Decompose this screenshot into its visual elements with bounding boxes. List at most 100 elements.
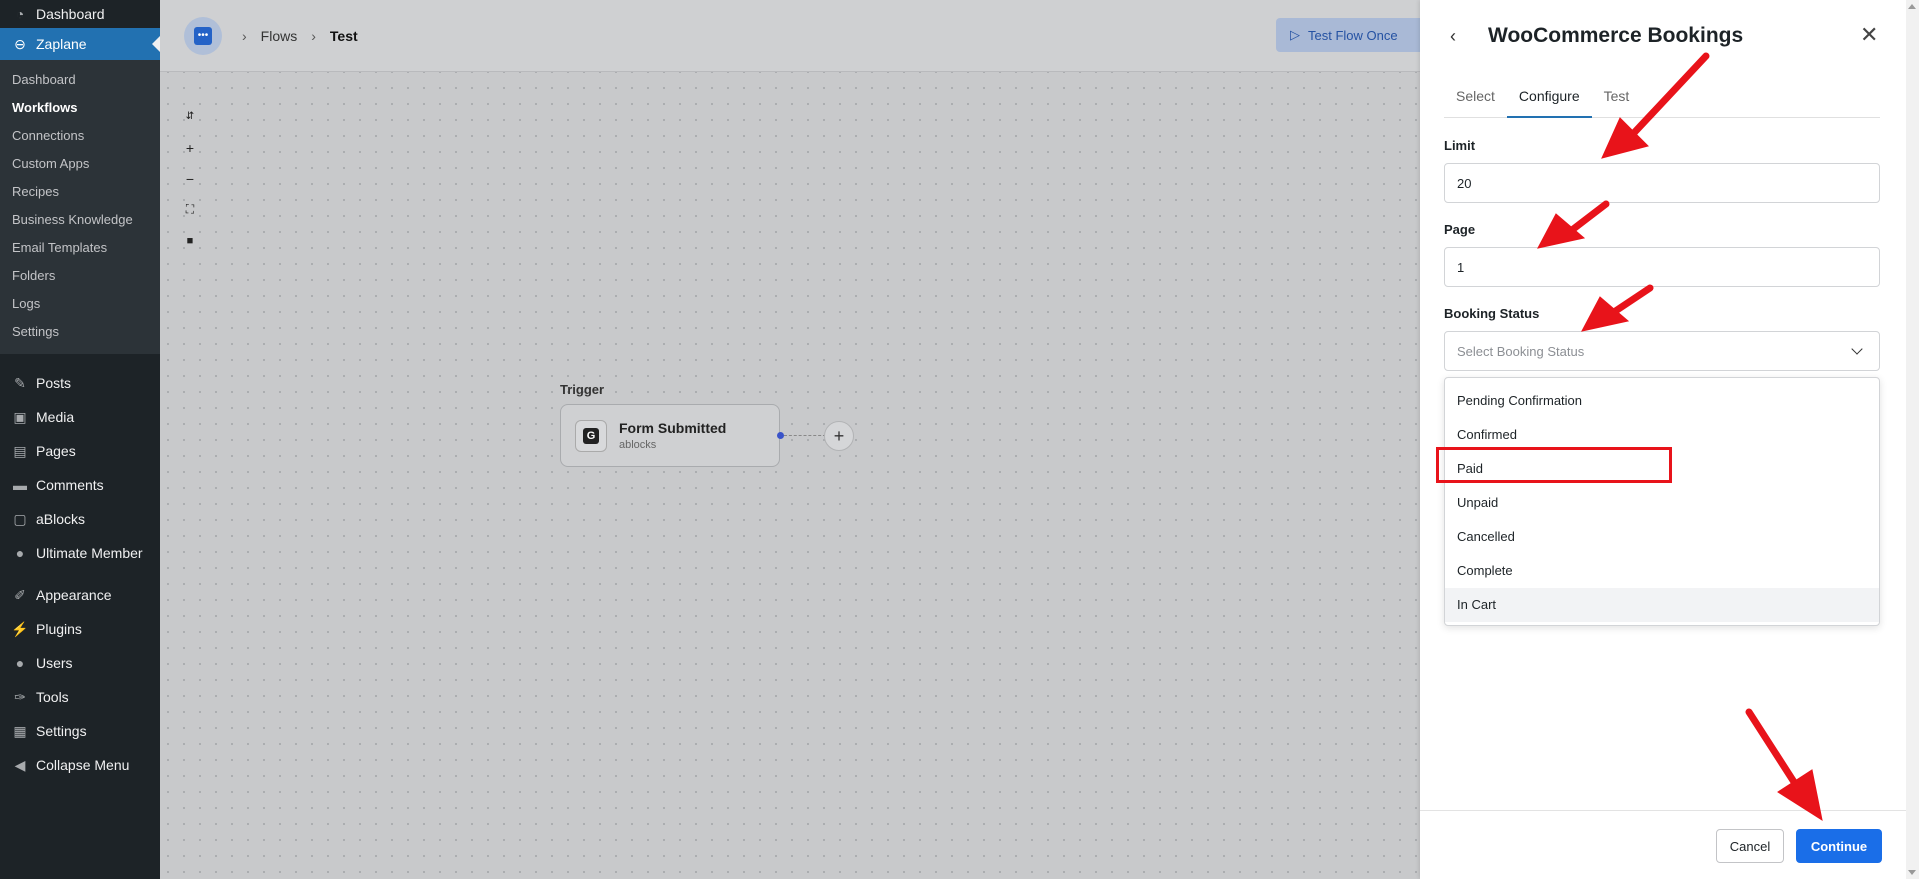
panel-tabs: Select Configure Test	[1444, 80, 1880, 118]
collapse-icon: ◀	[14, 756, 26, 773]
chevron-right-icon: ›	[242, 27, 247, 44]
media-icon: ▣	[13, 408, 27, 425]
sidebar-item-zaplane[interactable]: ⊖ Zaplane	[0, 28, 160, 60]
option-complete[interactable]: Complete	[1445, 554, 1879, 588]
sidebar-item-plugins[interactable]: ⚡ Plugins	[0, 612, 160, 646]
option-pending-confirmation[interactable]: Pending Confirmation	[1445, 384, 1879, 418]
page-label: Page	[1444, 222, 1476, 237]
admin-sidebar: ◔ Dashboard ⊖ Zaplane Dashboard Workflow…	[0, 0, 160, 879]
tab-select[interactable]: Select	[1444, 80, 1507, 118]
flow-canvas[interactable]: ••• › Flows › Test ▷ Test Flow Once ⇵ + …	[160, 0, 1426, 879]
close-icon[interactable]: ✕	[1860, 22, 1878, 48]
test-flow-button[interactable]: ▷ Test Flow Once	[1276, 18, 1426, 52]
play-icon: ▷	[1290, 27, 1300, 42]
brush-icon: ✐	[14, 586, 26, 603]
sort-icon[interactable]: ⇵	[180, 106, 200, 127]
sidebar-item-ablocks[interactable]: ▢ aBlocks	[0, 502, 160, 536]
add-step-button[interactable]: +	[824, 421, 854, 451]
chevron-right-icon: ›	[311, 27, 316, 44]
back-icon[interactable]: ‹	[1450, 26, 1472, 47]
logo-icon: •••	[194, 26, 212, 45]
app-logo[interactable]: •••	[184, 16, 222, 55]
config-panel: ‹ WooCommerce Bookings ✕ Select Configur…	[1420, 0, 1906, 879]
breadcrumb-current: Test	[329, 27, 358, 44]
chevron-down-icon	[1851, 343, 1863, 355]
ablocks-icon: G	[575, 419, 607, 452]
option-cancelled[interactable]: Cancelled	[1445, 520, 1879, 554]
sidebar-item-label: Pages	[36, 443, 76, 459]
sidebar-item-label: aBlocks	[36, 511, 86, 527]
submenu-item-logs[interactable]: Logs	[0, 290, 160, 318]
sidebar-item-tools[interactable]: ✑ Tools	[0, 680, 160, 714]
connector-line	[784, 435, 826, 436]
scroll-down-icon	[1908, 870, 1916, 875]
submenu-item-workflows[interactable]: Workflows	[0, 94, 160, 122]
continue-button[interactable]: Continue	[1796, 829, 1882, 863]
sidebar-item-users[interactable]: ● Users	[0, 646, 160, 680]
submenu-item-settings[interactable]: Settings	[0, 318, 160, 346]
zaplane-submenu: Dashboard Workflows Connections Custom A…	[0, 60, 160, 354]
booking-status-dropdown: Pending Confirmation Confirmed Paid Unpa…	[1444, 377, 1880, 626]
sidebar-item-settings[interactable]: ▦ Settings	[0, 714, 160, 748]
panel-title: WooCommerce Bookings	[1488, 24, 1744, 47]
node-connector-handle[interactable]	[777, 432, 784, 439]
booking-status-label: Booking Status	[1444, 306, 1540, 321]
limit-input[interactable]: 20	[1444, 163, 1880, 203]
panel-footer: Cancel Continue	[1420, 810, 1906, 879]
sidebar-item-dashboard[interactable]: ◔ Dashboard	[0, 0, 160, 28]
sidebar-item-label: Settings	[36, 723, 87, 739]
limit-label: Limit	[1444, 138, 1476, 153]
option-unpaid[interactable]: Unpaid	[1445, 486, 1879, 520]
submenu-item-connections[interactable]: Connections	[0, 122, 160, 150]
scroll-up-icon	[1908, 4, 1916, 9]
submenu-item-business-knowledge[interactable]: Business Knowledge	[0, 206, 160, 234]
sidebar-item-label: Dashboard	[36, 6, 105, 22]
sidebar-item-comments[interactable]: ▬ Comments	[0, 468, 160, 502]
paid-highlight-box	[1436, 447, 1672, 483]
sidebar-item-label: Posts	[36, 375, 72, 391]
sidebar-item-pages[interactable]: ▤ Pages	[0, 434, 160, 468]
cancel-button[interactable]: Cancel	[1716, 829, 1784, 863]
sidebar-item-posts[interactable]: ✎ Posts	[0, 366, 160, 400]
sidebar-item-label: Ultimate Member	[36, 545, 143, 561]
submenu-item-email-templates[interactable]: Email Templates	[0, 234, 160, 262]
zaplane-icon: ⊖	[14, 35, 26, 52]
zoom-out-icon[interactable]: −	[180, 168, 200, 189]
breadcrumb-flows[interactable]: Flows	[261, 28, 298, 44]
sidebar-item-ultimate-member[interactable]: ● Ultimate Member	[0, 536, 160, 570]
sidebar-item-label: Collapse Menu	[36, 757, 130, 773]
node-title: Form Submitted	[619, 420, 727, 436]
fit-view-icon[interactable]: ⛶	[180, 199, 200, 220]
canvas-toolbar: ⇵ + − ⛶ ■	[180, 106, 200, 251]
submenu-item-custom-apps[interactable]: Custom Apps	[0, 150, 160, 178]
sidebar-item-label: Users	[36, 655, 73, 671]
page-input[interactable]: 1	[1444, 247, 1880, 287]
sidebar-item-label: Plugins	[36, 621, 82, 637]
trigger-label: Trigger	[560, 382, 605, 397]
pin-icon: ✎	[14, 374, 26, 391]
sidebar-item-label: Media	[36, 409, 75, 425]
sidebar-item-media[interactable]: ▣ Media	[0, 400, 160, 434]
sidebar-item-label: Zaplane	[36, 36, 87, 52]
plug-icon: ⚡	[11, 620, 29, 637]
booking-status-select[interactable]: Select Booking Status	[1444, 331, 1880, 371]
submenu-item-folders[interactable]: Folders	[0, 262, 160, 290]
test-flow-label: Test Flow Once	[1308, 27, 1398, 43]
wrench-icon: ✑	[14, 688, 26, 705]
lock-icon[interactable]: ■	[180, 230, 200, 251]
sidebar-collapse-menu[interactable]: ◀ Collapse Menu	[0, 748, 160, 782]
trigger-node[interactable]: G Form Submitted ablocks	[560, 404, 780, 467]
sidebar-item-appearance[interactable]: ✐ Appearance	[0, 578, 160, 612]
tab-configure[interactable]: Configure	[1506, 80, 1592, 118]
page-scrollbar[interactable]	[1906, 0, 1919, 879]
submenu-item-recipes[interactable]: Recipes	[0, 178, 160, 206]
option-in-cart[interactable]: In Cart	[1445, 588, 1879, 622]
node-subtitle: ablocks	[619, 439, 657, 451]
sidebar-item-label: Appearance	[36, 587, 112, 603]
submenu-item-dashboard[interactable]: Dashboard	[0, 66, 160, 94]
comment-icon: ▬	[13, 477, 27, 493]
zoom-in-icon[interactable]: +	[180, 137, 200, 158]
pages-icon: ▤	[13, 442, 27, 459]
tab-test[interactable]: Test	[1592, 80, 1642, 118]
user-icon: ●	[15, 545, 25, 561]
